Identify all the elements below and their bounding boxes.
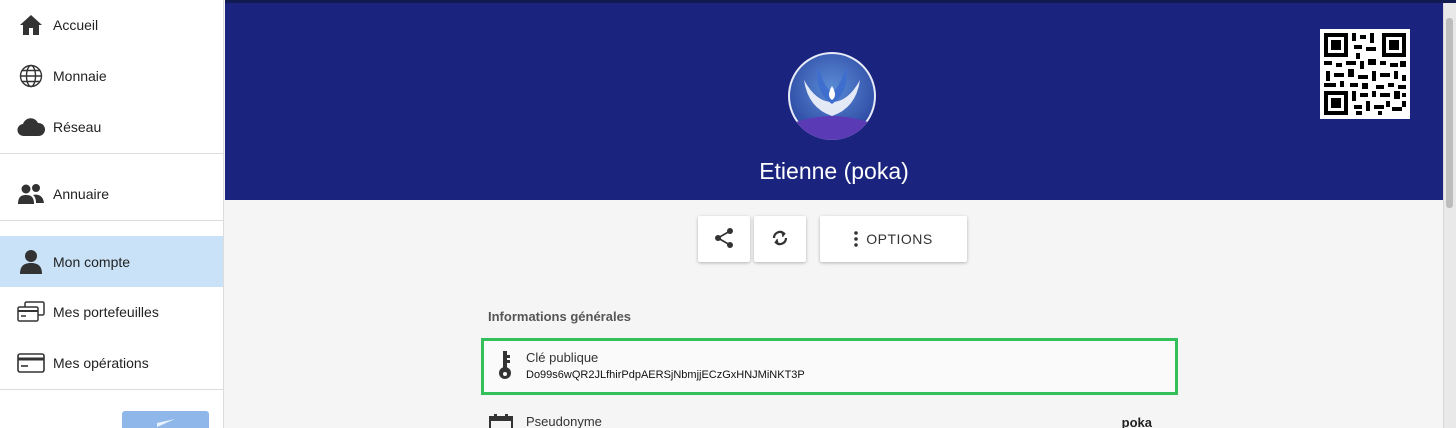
qr-code[interactable] [1320,29,1410,119]
section-title: Informations générales [488,309,632,324]
pseudonym-value: poka [1121,415,1152,428]
share-icon [713,227,735,252]
sidebar-item-mes-portefeuilles[interactable]: Mes portefeuilles [0,287,223,337]
share-button[interactable] [698,216,750,262]
send-button[interactable] [122,411,209,428]
pseudonym-label: Pseudonyme [526,414,602,428]
sidebar-item-label: Réseau [53,119,102,135]
more-vertical-icon [854,231,859,247]
sidebar-divider [0,220,223,221]
profile-name: Etienne (poka) [759,158,909,184]
key-icon [498,351,512,386]
cloud-icon [17,113,45,141]
people-icon [17,180,45,208]
pseudonym-item[interactable]: Pseudonyme poka [488,412,1168,428]
calendar-icon [489,414,513,428]
sidebar-divider [0,389,223,390]
public-key-label: Clé publique [526,350,599,365]
public-key-value: Do99s6wQR2JLfhirPdpAERSjNbmjjECzGxHNJMiN… [526,369,805,381]
sidebar-item-reseau[interactable]: Réseau [0,102,223,152]
avatar [788,52,876,140]
send-icon [155,411,177,428]
options-label: OPTIONS [866,231,933,247]
globe-icon [17,62,45,90]
sidebar-divider [0,153,223,154]
home-icon [17,11,45,39]
person-icon [17,248,45,276]
sidebar-item-mes-operations[interactable]: Mes opérations [0,338,223,388]
sidebar-item-label: Accueil [53,17,99,33]
sidebar-item-accueil[interactable]: Accueil [0,0,223,50]
options-button[interactable]: OPTIONS [820,216,967,262]
refresh-button[interactable] [754,216,806,262]
sidebar-item-label: Mes portefeuilles [53,304,159,320]
wallets-icon [17,298,45,326]
public-key-item[interactable]: Clé publique Do99s6wQR2JLfhirPdpAERSjNbm… [481,338,1178,395]
sidebar-item-label: Annuaire [53,186,110,202]
scrollbar-thumb[interactable] [1446,18,1453,208]
sidebar-item-label: Monnaie [53,68,107,84]
sidebar-item-monnaie[interactable]: Monnaie [0,51,223,101]
sidebar-item-label: Mon compte [53,253,131,270]
app-window: Accueil Monnaie Réseau Annuaire Mon comp… [0,0,1456,428]
sidebar-item-label: Mes opérations [53,355,149,371]
refresh-icon [770,228,790,251]
sidebar-item-mon-compte[interactable]: Mon compte [0,236,223,287]
profile-header: Etienne (poka) [225,3,1443,200]
card-icon [17,349,45,377]
sidebar: Accueil Monnaie Réseau Annuaire Mon comp… [0,0,224,428]
sidebar-item-annuaire[interactable]: Annuaire [0,169,223,219]
